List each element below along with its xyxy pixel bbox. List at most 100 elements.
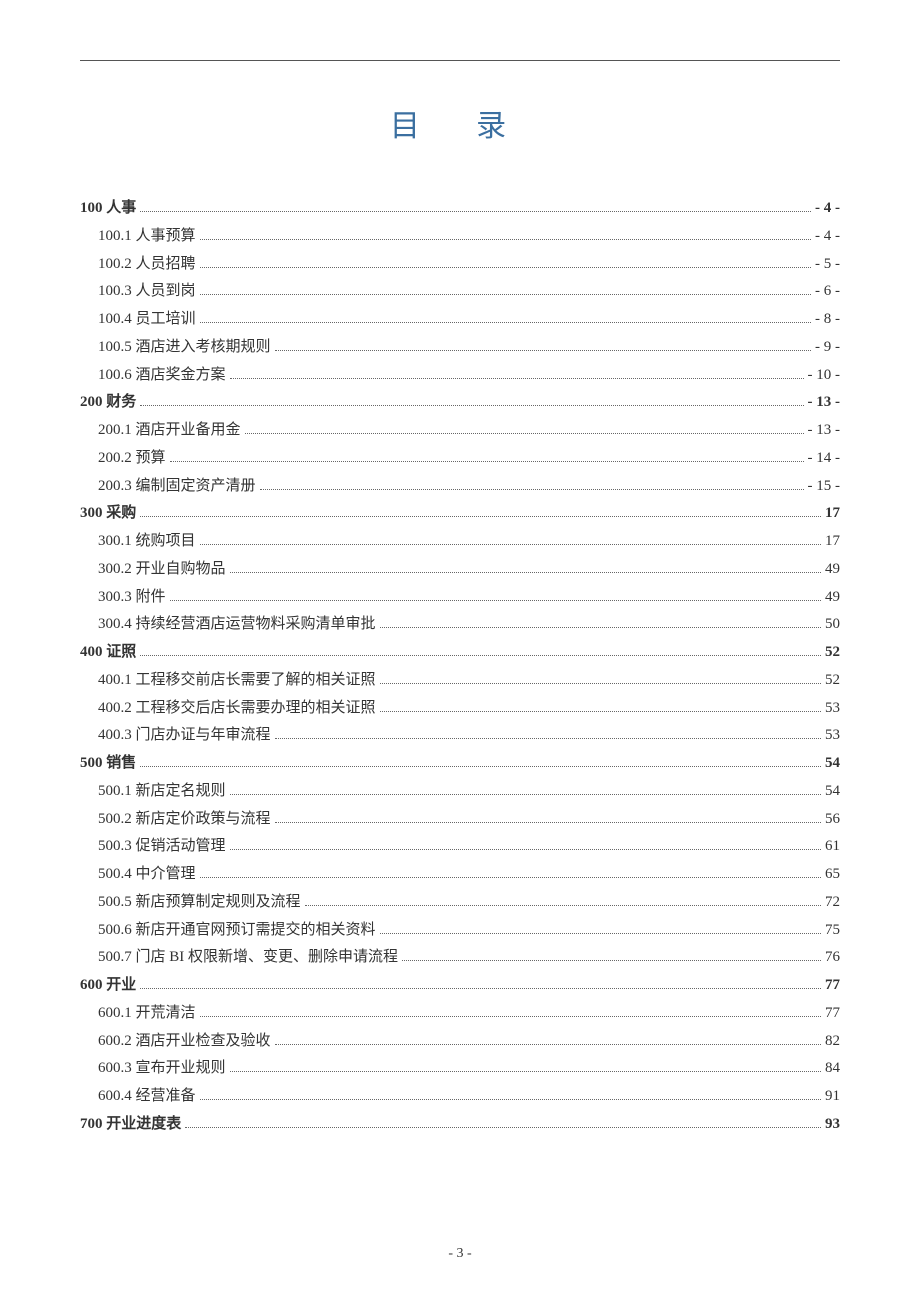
toc-entry-page: 77 (825, 1000, 840, 1028)
toc-leader-dots (230, 572, 821, 573)
toc-entry[interactable]: 400 证照52 (80, 639, 840, 667)
toc-entry[interactable]: 600.2 酒店开业检查及验收 82 (80, 1028, 840, 1056)
toc-entry[interactable]: 200.3 编制固定资产清册 - 15 - (80, 473, 840, 501)
toc-entry-label: 400 证照 (80, 639, 136, 667)
toc-entry[interactable]: 300 采购 17 (80, 500, 840, 528)
toc-entry[interactable]: 500 销售54 (80, 750, 840, 778)
toc-leader-dots (230, 849, 821, 850)
toc-entry-page: 77 (825, 972, 840, 1000)
toc-leader-dots (305, 905, 821, 906)
toc-entry[interactable]: 100 人事 - 4 - (80, 195, 840, 223)
toc-entry-label: 100.6 酒店奖金方案 (80, 362, 226, 390)
toc-leader-dots (200, 294, 811, 295)
toc-entry-page: - 8 - (815, 306, 840, 334)
toc-leader-dots (170, 461, 804, 462)
toc-entry-label: 600.1 开荒清洁 (80, 1000, 196, 1028)
toc-entry-label: 400.1 工程移交前店长需要了解的相关证照 (80, 667, 376, 695)
toc-entry-page: 72 (825, 889, 840, 917)
toc-entry-page: 17 (825, 500, 840, 528)
toc-entry[interactable]: 600.1 开荒清洁 77 (80, 1000, 840, 1028)
toc-leader-dots (380, 711, 821, 712)
toc-title: 目 录 (80, 101, 840, 145)
toc-entry-label: 100.5 酒店进入考核期规则 (80, 334, 271, 362)
toc-entry-page: 49 (825, 584, 840, 612)
toc-entry[interactable]: 100.1 人事预算- 4 - (80, 223, 840, 251)
toc-entry-page: 91 (825, 1083, 840, 1111)
toc-entry[interactable]: 500.5 新店预算制定规则及流程 72 (80, 889, 840, 917)
toc-entry-label: 600 开业 (80, 972, 136, 1000)
toc-entry-page: - 13 - (808, 417, 841, 445)
toc-entry-label: 500.4 中介管理 (80, 861, 196, 889)
toc-entry[interactable]: 400.1 工程移交前店长需要了解的相关证照52 (80, 667, 840, 695)
toc-entry[interactable]: 100.4 员工培训 - 8 - (80, 306, 840, 334)
toc-leader-dots (140, 655, 821, 656)
toc-entry[interactable]: 500.6 新店开通官网预订需提交的相关资料75 (80, 917, 840, 945)
toc-entry[interactable]: 500.2 新店定价政策与流程56 (80, 806, 840, 834)
toc-entry[interactable]: 400.2 工程移交后店长需要办理的相关证照 53 (80, 695, 840, 723)
table-of-contents: 100 人事 - 4 -100.1 人事预算- 4 -100.2 人员招聘- 5 … (80, 195, 840, 1139)
toc-entry-label: 300.2 开业自购物品 (80, 556, 226, 584)
toc-entry-label: 200.3 编制固定资产清册 (80, 473, 256, 501)
toc-entry-label: 500.2 新店定价政策与流程 (80, 806, 271, 834)
toc-leader-dots (200, 267, 811, 268)
toc-entry[interactable]: 100.2 人员招聘- 5 - (80, 251, 840, 279)
toc-entry-page: 53 (825, 695, 840, 723)
toc-entry-label: 600.2 酒店开业检查及验收 (80, 1028, 271, 1056)
toc-entry[interactable]: 300.3 附件49 (80, 584, 840, 612)
toc-entry-page: 84 (825, 1055, 840, 1083)
toc-entry-page: 82 (825, 1028, 840, 1056)
page-number: - 3 - (0, 1246, 920, 1262)
toc-leader-dots (380, 683, 821, 684)
toc-entry-page: - 4 - (815, 223, 840, 251)
toc-leader-dots (275, 822, 821, 823)
toc-entry-label: 400.2 工程移交后店长需要办理的相关证照 (80, 695, 376, 723)
toc-entry-page: 53 (825, 722, 840, 750)
toc-entry-page: - 14 - (808, 445, 841, 473)
document-page: 目 录 100 人事 - 4 -100.1 人事预算- 4 -100.2 人员招聘… (0, 0, 920, 1302)
toc-entry[interactable]: 200.2 预算- 14 - (80, 445, 840, 473)
toc-leader-dots (200, 322, 811, 323)
toc-entry[interactable]: 500.1 新店定名规则54 (80, 778, 840, 806)
toc-entry[interactable]: 200 财务- 13 - (80, 389, 840, 417)
toc-entry[interactable]: 500.3 促销活动管理 61 (80, 833, 840, 861)
toc-entry-label: 300 采购 (80, 500, 136, 528)
toc-leader-dots (230, 1071, 821, 1072)
toc-leader-dots (245, 433, 804, 434)
toc-entry[interactable]: 100.3 人员到岗- 6 - (80, 278, 840, 306)
toc-entry[interactable]: 600.3 宣布开业规则84 (80, 1055, 840, 1083)
toc-entry[interactable]: 200.1 酒店开业备用金- 13 - (80, 417, 840, 445)
toc-leader-dots (230, 794, 821, 795)
toc-entry[interactable]: 600 开业 77 (80, 972, 840, 1000)
toc-entry[interactable]: 500.7 门店 BI 权限新增、变更、删除申请流程76 (80, 944, 840, 972)
toc-entry-label: 300.1 统购项目 (80, 528, 196, 556)
toc-entry[interactable]: 100.6 酒店奖金方案- 10 - (80, 362, 840, 390)
toc-leader-dots (140, 211, 811, 212)
toc-entry-label: 600.4 经营准备 (80, 1083, 196, 1111)
toc-leader-dots (170, 600, 821, 601)
toc-entry-label: 500 销售 (80, 750, 136, 778)
toc-entry-label: 100 人事 (80, 195, 136, 223)
toc-entry-label: 500.5 新店预算制定规则及流程 (80, 889, 301, 917)
toc-entry-page: - 4 - (815, 195, 840, 223)
toc-entry[interactable]: 700 开业进度表 93 (80, 1111, 840, 1139)
toc-entry-page: 93 (825, 1111, 840, 1139)
toc-leader-dots (140, 988, 821, 989)
toc-entry[interactable]: 300.1 统购项目17 (80, 528, 840, 556)
toc-entry-page: 76 (825, 944, 840, 972)
toc-entry-page: 54 (825, 778, 840, 806)
toc-entry-label: 100.4 员工培训 (80, 306, 196, 334)
toc-entry-label: 500.3 促销活动管理 (80, 833, 226, 861)
toc-entry[interactable]: 400.3 门店办证与年审流程53 (80, 722, 840, 750)
toc-entry-page: 61 (825, 833, 840, 861)
toc-entry[interactable]: 500.4 中介管理 65 (80, 861, 840, 889)
toc-entry[interactable]: 600.4 经营准备 91 (80, 1083, 840, 1111)
toc-leader-dots (140, 766, 821, 767)
toc-entry-page: - 6 - (815, 278, 840, 306)
toc-entry-page: - 15 - (808, 473, 841, 501)
toc-entry[interactable]: 300.4 持续经营酒店运营物料采购清单审批50 (80, 611, 840, 639)
toc-entry-label: 700 开业进度表 (80, 1111, 181, 1139)
toc-entry-page: 65 (825, 861, 840, 889)
toc-entry[interactable]: 300.2 开业自购物品49 (80, 556, 840, 584)
toc-leader-dots (140, 405, 803, 406)
toc-entry[interactable]: 100.5 酒店进入考核期规则- 9 - (80, 334, 840, 362)
